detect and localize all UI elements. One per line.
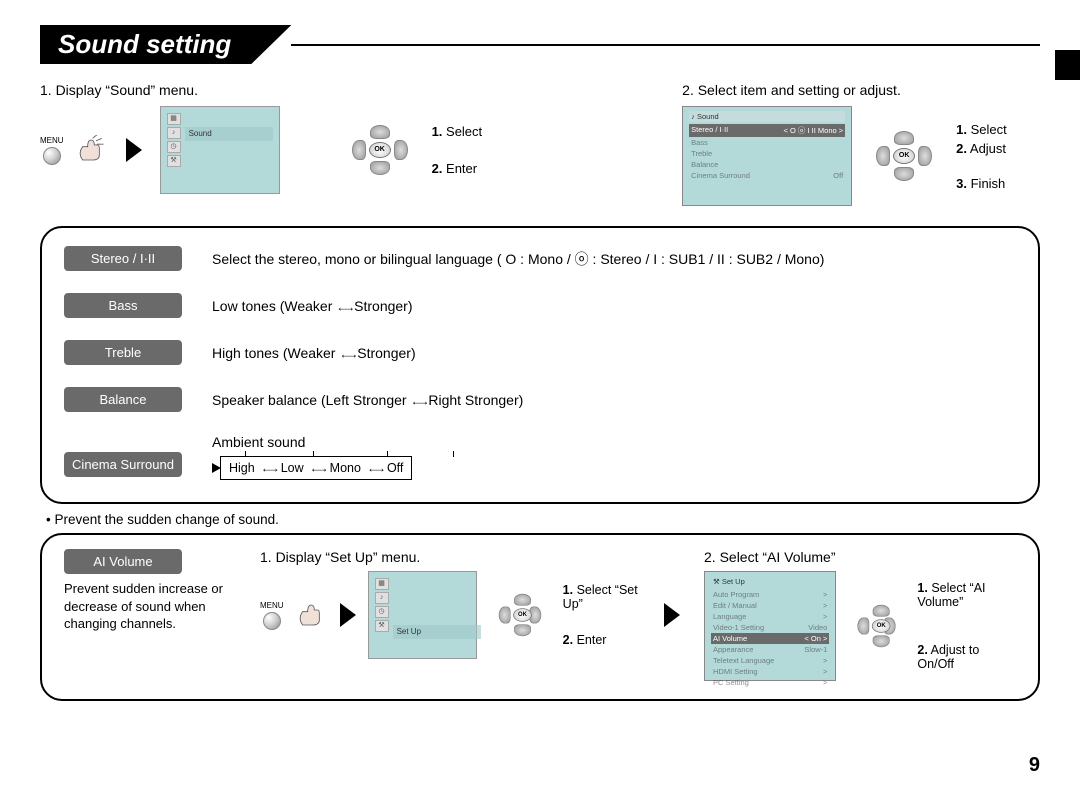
remote-dpad-3: OK [494,590,546,639]
step-1: 1. Display “Sound” menu. MENU ▦ ♪ ◷ ⚒ So… [40,82,482,206]
remote-dpad-4: OK [853,601,902,650]
remote-dpad-2: OK [870,127,938,185]
setup-osd-screen: ⚒ Set Up Auto Program> Edit / Manual> La… [704,571,836,681]
sound-icon: ♪ [375,592,389,604]
ai-right-select: 1. Select “AI Volume” [917,581,1016,609]
ai-volume-panel: AI Volume Prevent sudden increase or dec… [40,533,1040,701]
pill-balance: Balance [64,387,182,412]
sound-settings-panel: Stereo / I·II Select the stereo, mono or… [40,226,1040,504]
ai-step2-text: 2. Select “AI Volume” [704,549,1016,565]
setup-icon: ⚒ [375,620,389,632]
cs-option-chain: High Low Mono Off [220,456,412,480]
clock-icon: ◷ [375,606,389,618]
remote-dpad: OK [346,121,414,179]
double-arrow-icon [261,461,275,475]
top-steps: 1. Display “Sound” menu. MENU ▦ ♪ ◷ ⚒ So… [40,82,1040,206]
step2-adjust-label: 2. Adjust [956,141,1007,156]
remote-menu-button-2: MENU [260,601,284,630]
title-bar: Sound setting [40,25,1040,64]
setup-icon: ⚒ [167,155,181,167]
step2-finish-label: 3. Finish [956,176,1007,191]
double-arrow-icon [336,298,350,314]
tv-menu-screen-setup: ▦ ♪ ◷ ⚒ Set Up [368,571,478,659]
tv-menu-setup-label: Set Up [397,627,421,636]
remote-ok-button-3: OK [513,608,532,622]
tv-menu-selected-label: Sound [189,129,212,138]
desc-stereo: Select the stereo, mono or bilingual lan… [212,249,824,269]
double-arrow-icon [339,345,353,361]
tv-menu-screen-sound: ▦ ♪ ◷ ⚒ Sound [160,106,280,194]
clock-icon: ◷ [167,141,181,153]
step2-select-label: 1. Select [956,122,1007,137]
pill-ai-volume: AI Volume [64,549,182,574]
pill-cinema-surround: Cinema Surround [64,452,182,477]
page-edge-tab [1055,50,1080,80]
ai-step1-text: 1. Display “Set Up” menu. [260,549,680,565]
desc-treble: High tones (Weaker Stronger) [212,345,416,361]
note-prevent-sudden: • Prevent the sudden change of sound. [46,512,1040,527]
sound-osd-screen: ♪ Sound Stereo / I·II< O ⓞ I II Mono > B… [682,106,852,206]
sound-icon: ♪ [167,127,181,139]
desc-bass: Low tones (Weaker Stronger) [212,298,413,314]
desc-balance: Speaker balance (Left Stronger Right Str… [212,392,523,408]
page-title: Sound setting [40,25,291,64]
hand-press-icon [294,600,328,630]
ai-right-adjust: 2. Adjust to On/Off [917,643,1016,671]
step1-enter-label: 2. Enter [432,161,483,176]
page-number: 9 [1029,754,1040,777]
desc-cs-title: Ambient sound [212,434,412,450]
pill-bass: Bass [64,293,182,318]
double-arrow-icon [410,392,424,408]
picture-icon: ▦ [375,578,389,590]
step-1-text: 1. Display “Sound” menu. [40,82,482,98]
ai-mid-select: 1. Select “Set Up” [563,583,652,611]
desc-ai-volume: Prevent sudden increase or decrease of s… [64,580,244,633]
pill-treble: Treble [64,340,182,365]
arrow-right-icon [126,138,142,162]
remote-menu-button: MENU [40,136,64,165]
double-arrow-icon [367,461,381,475]
remote-ok-button-2: OK [893,148,915,164]
picture-icon: ▦ [167,113,181,125]
pill-stereo: Stereo / I·II [64,246,182,271]
ai-mid-enter: 2. Enter [563,633,652,647]
step-2-text: 2. Select item and setting or adjust. [682,82,1007,98]
step-2: 2. Select item and setting or adjust. ♪ … [682,82,1007,206]
title-rule [291,44,1040,46]
step1-select-label: 1. Select [432,124,483,139]
remote-ok-button: OK [369,142,391,158]
hand-press-icon [74,135,108,165]
arrow-right-icon [340,603,356,627]
arrow-right-icon [664,603,680,627]
double-arrow-icon [310,461,324,475]
